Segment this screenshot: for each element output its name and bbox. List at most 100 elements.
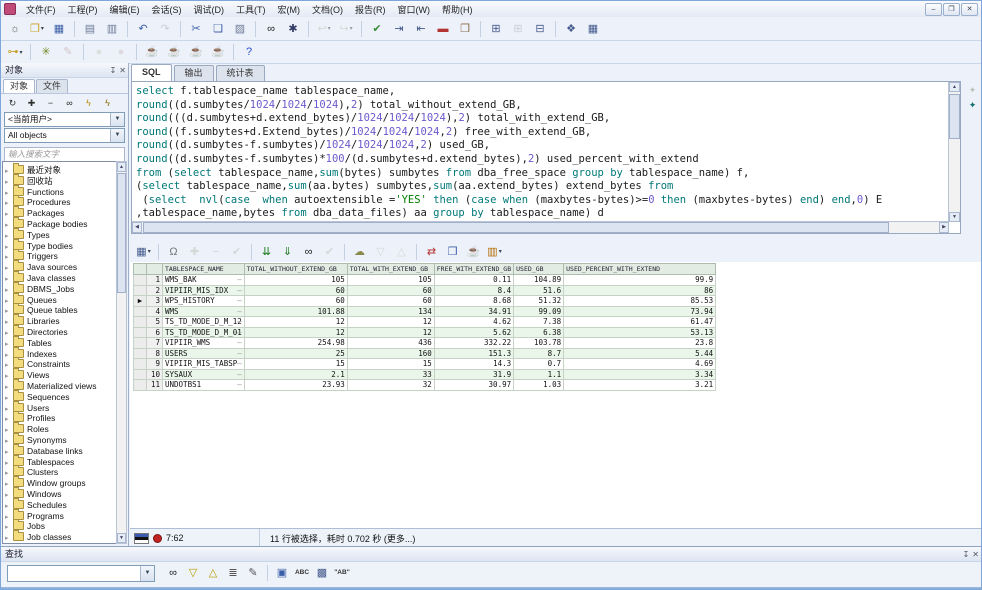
tree-item[interactable]: ▸Users bbox=[5, 402, 114, 413]
export-save-icon[interactable]: ❒ bbox=[443, 242, 462, 261]
close-button[interactable]: ✕ bbox=[961, 3, 978, 16]
menu-item-2[interactable]: 编辑(E) bbox=[104, 5, 146, 15]
table-row[interactable]: 10SYSAUX—2.13331.91.13.34 bbox=[134, 369, 716, 380]
mark-all-icon[interactable]: ≣ bbox=[224, 564, 242, 582]
chart-icon[interactable]: ▥▾ bbox=[485, 242, 504, 261]
tree-item[interactable]: ▸Procedures bbox=[5, 196, 114, 207]
tree-item[interactable]: ▸Tablespaces bbox=[5, 456, 114, 467]
table-row[interactable]: 6TS_TD_MODE_D_M_01—12125.626.3853.13 bbox=[134, 327, 716, 338]
tree-item[interactable]: ▸Clusters bbox=[5, 466, 114, 477]
tree-item[interactable]: ▸Programs bbox=[5, 510, 114, 521]
regex-icon[interactable]: ▩ bbox=[313, 564, 331, 582]
pin-icon[interactable]: ↧ bbox=[110, 66, 117, 75]
cart-run-icon[interactable]: ⊟ bbox=[530, 19, 550, 39]
copy-icon[interactable]: ❏ bbox=[208, 19, 228, 39]
table-row[interactable]: 2VIPIIR_MIS_IDX—60608.451.686 bbox=[134, 285, 716, 296]
tree-item[interactable]: ▸回收站 bbox=[5, 175, 114, 186]
table-row[interactable]: 5TS_TD_MODE_D_M_12—12124.627.3861.47 bbox=[134, 317, 716, 328]
print-preview-icon[interactable]: ▥ bbox=[102, 19, 122, 39]
table-row[interactable]: 4WMS—101.8813434.9199.0973.94 bbox=[134, 306, 716, 317]
scroll-right-icon[interactable]: ▶ bbox=[939, 222, 949, 233]
cart-icon[interactable]: ⊞ bbox=[486, 19, 506, 39]
find-previous-icon[interactable]: △ bbox=[204, 564, 222, 582]
document-icon[interactable]: ❒ bbox=[455, 19, 475, 39]
table-row[interactable]: ▶3WPS_HISTORY—60608.6851.3285.53 bbox=[134, 296, 716, 307]
editor-grid-splitter[interactable] bbox=[130, 234, 981, 241]
tree-item[interactable]: ▸DBMS_Jobs bbox=[5, 283, 114, 294]
find-icon[interactable]: ∞ bbox=[261, 19, 281, 39]
tree-item[interactable]: ▸Tables bbox=[5, 337, 114, 348]
connect-key-icon[interactable]: ⊶▾ bbox=[5, 42, 25, 62]
refresh-icon[interactable]: ↻ bbox=[4, 94, 21, 111]
menu-item-3[interactable]: 会话(S) bbox=[146, 5, 188, 15]
in-selection-icon[interactable]: ▣ bbox=[273, 564, 291, 582]
table-row[interactable]: 8USERS—25160151.38.75.44 bbox=[134, 348, 716, 359]
window-grid-icon[interactable]: ▦ bbox=[583, 19, 603, 39]
tree-item[interactable]: ▸Java sources bbox=[5, 261, 114, 272]
find-data-icon[interactable]: ∞ bbox=[299, 242, 318, 261]
column-header-total_without_extend_gb[interactable]: TOTAL_WITHOUT_EXTEND_GB bbox=[244, 264, 347, 275]
tree-item[interactable]: ▸Triggers bbox=[5, 250, 114, 261]
tree-item[interactable]: ▸Window groups bbox=[5, 477, 114, 488]
fetch-all-icon[interactable]: ⇓ bbox=[278, 242, 297, 261]
rollback-session-icon[interactable]: ☕ bbox=[208, 42, 228, 62]
find-next-icon[interactable]: ▽ bbox=[184, 564, 202, 582]
filter-user-icon[interactable]: ϟ bbox=[99, 94, 116, 111]
scrollbar-thumb[interactable] bbox=[949, 94, 960, 139]
window-list-icon[interactable]: ❖ bbox=[561, 19, 581, 39]
column-header-used_gb[interactable]: USED_GB bbox=[514, 264, 564, 275]
tree-item[interactable]: ▸Queue tables bbox=[5, 304, 114, 315]
minimize-button[interactable]: ‒ bbox=[925, 3, 942, 16]
menu-item-7[interactable]: 文档(O) bbox=[306, 5, 349, 15]
paste-icon[interactable]: ▨ bbox=[230, 19, 250, 39]
filter-icon[interactable]: ϟ bbox=[80, 94, 97, 111]
scroll-down-icon[interactable]: ▼ bbox=[117, 533, 126, 543]
tree-item[interactable]: ▸Roles bbox=[5, 423, 114, 434]
chevron-down-icon[interactable]: ▼ bbox=[140, 566, 154, 581]
table-row[interactable]: 9VIPIIR_MIS_TABSP—151514.30.74.69 bbox=[134, 359, 716, 370]
scroll-up-icon[interactable]: ▲ bbox=[949, 82, 960, 92]
column-header-total_with_extend_gb[interactable]: TOTAL_WITH_EXTEND_GB bbox=[347, 264, 434, 275]
break-session-icon[interactable]: ☕ bbox=[142, 42, 162, 62]
close-icon[interactable]: ✕ bbox=[972, 550, 979, 559]
tree-item[interactable]: ▸Job classes bbox=[5, 531, 114, 542]
sql-editor[interactable]: select f.tablespace_name tablespace_name… bbox=[131, 81, 961, 234]
describe-icon[interactable]: ✔ bbox=[367, 19, 387, 39]
outdent-icon[interactable]: ⇤ bbox=[411, 19, 431, 39]
tree-item[interactable]: ▸最近对象 bbox=[5, 164, 114, 175]
sidebar-tab-对象[interactable]: 对象 bbox=[3, 79, 35, 93]
menu-item-10[interactable]: 帮助(H) bbox=[436, 5, 479, 15]
tab-SQL[interactable]: SQL bbox=[131, 64, 172, 81]
kill-session-icon[interactable]: ☕ bbox=[164, 42, 184, 62]
tree-item[interactable]: ▸Indexes bbox=[5, 348, 114, 359]
tree-scrollbar[interactable]: ▲ ▼ bbox=[116, 161, 127, 544]
fetch-next-page-icon[interactable]: ⇊ bbox=[257, 242, 276, 261]
tree-item[interactable]: ▸Jobs bbox=[5, 520, 114, 531]
cut-icon[interactable]: ✂ bbox=[186, 19, 206, 39]
scrollbar-thumb[interactable] bbox=[143, 222, 889, 233]
expander-icon[interactable]: ▸ bbox=[5, 534, 13, 544]
menu-item-8[interactable]: 报告(R) bbox=[349, 5, 392, 15]
menu-item-0[interactable]: 文件(F) bbox=[20, 5, 62, 15]
scroll-up-icon[interactable]: ▲ bbox=[117, 162, 126, 172]
open-icon[interactable]: ❐▾ bbox=[27, 19, 47, 39]
tree-item[interactable]: ▸Functions bbox=[5, 186, 114, 197]
grid-menu-icon[interactable]: ▦▾ bbox=[134, 242, 153, 261]
tree-item[interactable]: ▸Views bbox=[5, 369, 114, 380]
tab-统计表[interactable]: 统计表 bbox=[216, 65, 265, 81]
print-icon[interactable]: ▤ bbox=[80, 19, 100, 39]
menu-item-4[interactable]: 调试(D) bbox=[188, 5, 231, 15]
tree-item[interactable]: ▸Schedules bbox=[5, 499, 114, 510]
column-header-used_percent_with_extend[interactable]: USED_PERCENT_WITH_EXTEND bbox=[564, 264, 716, 275]
tree-item[interactable]: ▸Packages bbox=[5, 207, 114, 218]
tree-item[interactable]: ▸Profiles bbox=[5, 412, 114, 423]
sort-icon[interactable]: ☁ bbox=[350, 242, 369, 261]
tab-输出[interactable]: 输出 bbox=[174, 65, 214, 81]
scrollbar-thumb[interactable] bbox=[117, 173, 126, 293]
case-sensitive-icon[interactable]: "AB" bbox=[333, 564, 351, 582]
menu-item-5[interactable]: 工具(T) bbox=[230, 5, 272, 15]
object-filter-select[interactable]: All objects ▼ bbox=[4, 128, 125, 143]
column-header-tablespace_name[interactable]: TABLESPACE_NAME bbox=[163, 264, 245, 275]
table-row[interactable]: 1WMS_BAK—1051050.11104.8999.9 bbox=[134, 275, 716, 286]
whole-words-icon[interactable]: ABC bbox=[293, 564, 311, 582]
